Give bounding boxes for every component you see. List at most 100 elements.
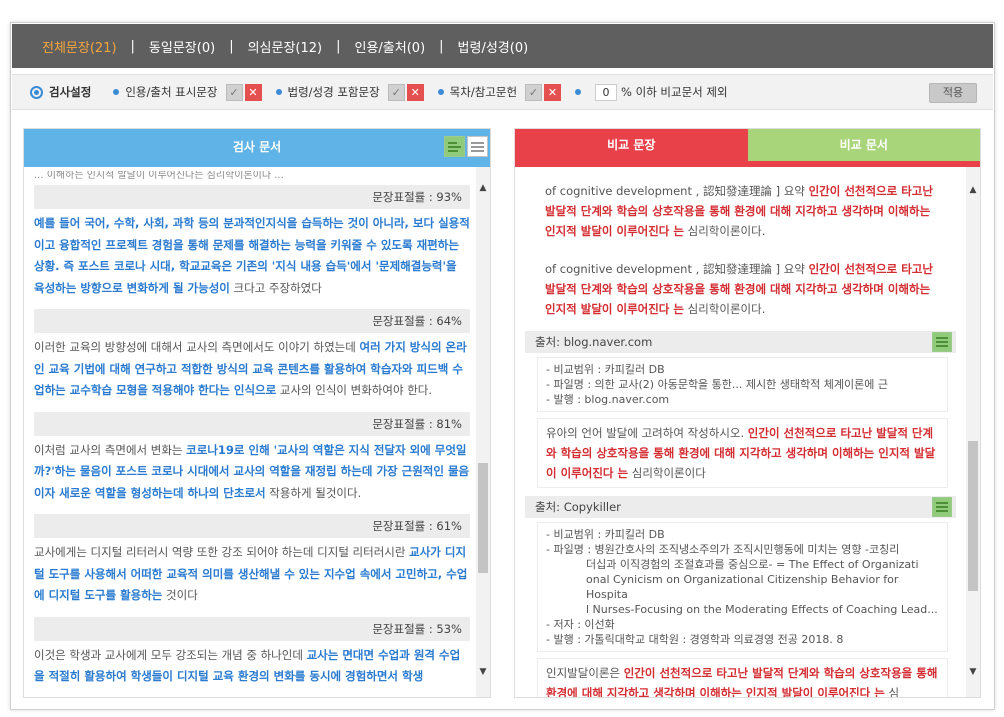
comparison-tabs: 비교 문장 비교 문서	[515, 129, 980, 167]
scroll-up-icon[interactable]: ▲	[966, 183, 980, 197]
option-citation-exclude-button[interactable]: ✕	[244, 83, 262, 101]
plain-text: 이것은 학생과 교사에게 모두 강조되는 개념 중 하나인데	[34, 647, 307, 662]
sentence-block[interactable]: 문장표절률 : 53% 이것은 학생과 교사에게 모두 강조되는 개념 중 하나인…	[34, 616, 470, 694]
plain-text: 교사의 인식이 변화하여야 한다.	[276, 383, 433, 397]
tab-law-bible-sentences[interactable]: 법령/성경(0)	[458, 37, 529, 56]
source-meta-line: - 발행 : 가톨릭대학교 대학원 : 경영학과 의료경영 전공 2018. 8	[546, 633, 844, 646]
option-citation-check-button[interactable]: ✓	[225, 83, 243, 101]
tab-all-sentences[interactable]: 전체문장(21)	[42, 37, 117, 56]
option-citation: 인용/출처 표시문장 ✓ ✕	[113, 83, 262, 101]
settings-title-label: 검사설정	[49, 85, 92, 99]
scroll-up-icon[interactable]: ▲	[476, 181, 490, 195]
checked-document-panel: 검사 문서 ... 이해하는 인지적 발달이 이루어진다는 심리학이론이다 ..…	[23, 128, 491, 698]
source-meta-line: - 저자 : 이선화	[546, 618, 615, 631]
plain-text: 심리학이론이다	[628, 466, 706, 480]
checked-document-header: 검사 문서	[24, 129, 490, 167]
source-label: 출처: blog.naver.com	[535, 335, 653, 349]
view-mode-toggle	[444, 136, 488, 157]
sentence-block[interactable]: 문장표절률 : 61% 교사에게는 디지털 리터러시 역량 또한 강조 되어야 하…	[34, 514, 470, 613]
option-law: 법령/성경 포함문장 ✓ ✕	[275, 83, 424, 101]
filter-tabs-bar: 전체문장(21) | 동일문장(0) | 의심문장(12) | 인용/출처(0)…	[12, 24, 993, 68]
plain-text: 것이다	[162, 588, 198, 602]
compared-sentence: of cognitive development , 認知發達理論 ] 요약 인…	[525, 177, 956, 245]
scroll-down-icon[interactable]: ▼	[476, 665, 490, 679]
option-percent: 0 % 이하 비교문서 제외	[575, 83, 728, 101]
option-law-label: 법령/성경 포함문장	[287, 85, 380, 99]
scrollbar-thumb[interactable]	[478, 463, 488, 573]
option-toc-exclude-button[interactable]: ✕	[544, 83, 562, 101]
tab-separator: |	[336, 38, 341, 54]
comparison-body: of cognitive development , 認知發達理論 ] 요약 인…	[515, 167, 964, 698]
tab-separator: |	[130, 38, 135, 54]
check-settings-bar: 검사설정 인용/출처 표시문장 ✓ ✕ 법령/성경 포함문장 ✓ ✕ 목차/참고…	[12, 74, 993, 110]
bullet-icon	[437, 89, 444, 95]
plagiarism-ratio: 문장표절률 : 53%	[34, 616, 470, 641]
bullet-icon	[575, 89, 582, 95]
source-header: 출처: Copykiller	[525, 496, 956, 518]
checked-document-body: ... 이해하는 인지적 발달이 이루어진다는 심리학이론이다 ... 문장표절…	[24, 167, 474, 697]
source-meta: - 비교범위 : 카피킬러 DB - 파일명 : 의한 교사(2) 아동문학을 통…	[537, 357, 948, 412]
plain-text: 심리학이론이다.	[683, 224, 766, 238]
sentence-block[interactable]: 문장표절률 : 64% 이러한 교육의 방향성에 대해서 교사의 측면에서도 이야…	[34, 309, 470, 408]
source-meta-line: - 발행 : blog.naver.com	[546, 393, 670, 406]
plain-text: 유아의 언어 발달에 고려하여 작성하시오.	[546, 426, 748, 440]
compared-sentence: 인지발달이론은 인간이 선천적으로 타고난 발달적 단계와 학습의 상호작용을 …	[537, 658, 948, 698]
sentence-view-icon[interactable]	[444, 136, 465, 157]
plain-text: 이처럼 교사의 측면에서 변화는	[34, 442, 187, 457]
tab-separator: |	[229, 38, 234, 54]
tab-separator: |	[439, 38, 444, 54]
source-meta-line: - 비교범위 : 카피킬러 DB	[546, 528, 665, 541]
tab-citation-sentences[interactable]: 인용/출처(0)	[355, 37, 426, 56]
source-detail-icon[interactable]	[932, 332, 952, 352]
source-meta: - 비교범위 : 카피킬러 DB - 파일명 : 병원간호사의 조직냉소주의가 조…	[537, 522, 948, 652]
app-frame: 전체문장(21) | 동일문장(0) | 의심문장(12) | 인용/출처(0)…	[0, 0, 1004, 717]
document-view-icon[interactable]	[467, 136, 488, 157]
option-law-check-button[interactable]: ✓	[387, 83, 405, 101]
sentence-text: 이처럼 교사의 측면에서 변화는 코로나19로 인해 '교사의 역할은 지식 전…	[34, 436, 470, 511]
plagiarism-ratio: 문장표절률 : 64%	[34, 309, 470, 333]
plagiarism-ratio: 문장표절률 : 81%	[34, 411, 470, 436]
plain-text: 교사에게는 디지털 리터러시 역량 또한 강조 되어야 하는데 디지털 리터러시…	[34, 545, 410, 559]
gear-icon	[30, 85, 43, 99]
bullet-icon	[113, 89, 120, 95]
option-toc: 목차/참고문헌 ✓ ✕	[437, 83, 562, 101]
plain-text: 인지발달이론은	[546, 666, 624, 680]
source-detail-icon[interactable]	[932, 497, 952, 517]
bullet-icon	[275, 89, 282, 95]
source-meta-line: 더십과 이직경험의 조절효과를 중심으로- = The Effect of Or…	[586, 558, 919, 571]
sentence-block[interactable]: 문장표절률 : 93% 예를 들어 국어, 수학, 사회, 과학 등의 분과적인지…	[34, 185, 470, 305]
checked-document-title: 검사 문서	[232, 140, 282, 154]
percent-label: % 이하 비교문서 제외	[621, 85, 728, 99]
tab-suspicious-sentences[interactable]: 의심문장(12)	[248, 37, 323, 56]
scroll-down-icon[interactable]: ▼	[966, 665, 980, 679]
tab-identical-sentences[interactable]: 동일문장(0)	[149, 37, 215, 56]
option-toc-label: 목차/참고문헌	[449, 85, 518, 99]
sentence-list: 문장표절률 : 93% 예를 들어 국어, 수학, 사회, 과학 등의 분과적인지…	[34, 185, 470, 694]
source-meta-line: l Nurses-Focusing on the Moderating Effe…	[586, 603, 938, 616]
settings-title: 검사설정	[30, 84, 91, 100]
comparison-panel: 비교 문장 비교 문서 of cognitive development , 認…	[514, 128, 981, 698]
plain-text: of cognitive development , 認知發達理論 ] 요약	[545, 184, 809, 198]
plain-text: 이러한 교육의 방향성에 대해서 교사의 측면에서도 이야기 하였는데	[34, 340, 360, 354]
sentence-text: 이것은 학생과 교사에게 모두 강조되는 개념 중 하나인데 교사는 면대면 수…	[34, 641, 470, 694]
plain-text: of cognitive development , 認知發達理論 ] 요약	[545, 262, 809, 276]
compared-sentence: of cognitive development , 認知發達理論 ] 요약 인…	[525, 255, 956, 323]
sentence-block[interactable]: 문장표절률 : 81% 이처럼 교사의 측면에서 변화는 코로나19로 인해 '교…	[34, 411, 470, 511]
plagiarism-ratio: 문장표절률 : 93%	[34, 185, 470, 209]
option-toc-check-button[interactable]: ✓	[525, 83, 543, 101]
sentence-text: 예를 들어 국어, 수학, 사회, 과학 등의 분과적인지식을 습득하는 것이 …	[34, 209, 470, 305]
left-scrollbar[interactable]: ▲ ▼	[476, 167, 490, 697]
plain-text: 크다고 주장하였다	[229, 280, 322, 295]
option-law-exclude-button[interactable]: ✕	[406, 83, 424, 101]
source-meta-line: - 비교범위 : 카피킬러 DB	[546, 363, 665, 376]
source-header: 출처: blog.naver.com	[525, 331, 956, 353]
percent-input[interactable]: 0	[595, 83, 618, 101]
source-meta-line: onal Cynicism on Organizational Citizens…	[586, 573, 899, 601]
apply-button[interactable]: 적용	[929, 83, 977, 103]
plagiarism-ratio: 문장표절률 : 61%	[34, 514, 470, 538]
plain-text: 심	[884, 686, 900, 698]
right-scrollbar[interactable]: ▲ ▼	[966, 167, 980, 697]
scrollbar-thumb[interactable]	[968, 441, 978, 591]
source-meta-line: - 파일명 : 의한 교사(2) 아동문학을 통한... 제시한 생태학적 체계…	[546, 378, 888, 391]
